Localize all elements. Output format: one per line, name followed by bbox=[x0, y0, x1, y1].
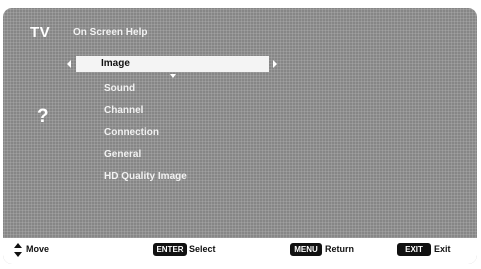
menu-item-channel[interactable]: Channel bbox=[104, 105, 143, 116]
menu-item-hd-quality-image[interactable]: HD Quality Image bbox=[104, 171, 187, 182]
footer-key-guide: Move ENTER Select MENU Return EXIT Exit bbox=[3, 238, 477, 264]
menu-item-sound[interactable]: Sound bbox=[104, 83, 135, 94]
help-menu-list: Image Sound Channel Connection General H… bbox=[3, 8, 477, 264]
menu-item-label: Image bbox=[101, 58, 130, 69]
select-label: Select bbox=[189, 244, 216, 254]
return-label: Return bbox=[325, 244, 354, 254]
menu-item-image[interactable]: Image bbox=[76, 56, 269, 72]
enter-key-badge[interactable]: ENTER bbox=[153, 243, 187, 256]
menu-key-badge[interactable]: MENU bbox=[290, 243, 322, 256]
menu-item-connection[interactable]: Connection bbox=[104, 127, 159, 138]
menu-item-general[interactable]: General bbox=[104, 149, 141, 160]
move-updown-icon bbox=[14, 243, 22, 257]
move-label: Move bbox=[26, 244, 50, 254]
exit-key-badge[interactable]: EXIT bbox=[397, 243, 431, 256]
arrow-left-icon[interactable] bbox=[67, 60, 71, 68]
tv-help-screen: TV On Screen Help ? Image Sound Channel … bbox=[3, 8, 477, 264]
arrow-right-icon[interactable] bbox=[273, 60, 277, 68]
arrow-down-icon bbox=[170, 74, 176, 78]
exit-label: Exit bbox=[434, 244, 451, 254]
